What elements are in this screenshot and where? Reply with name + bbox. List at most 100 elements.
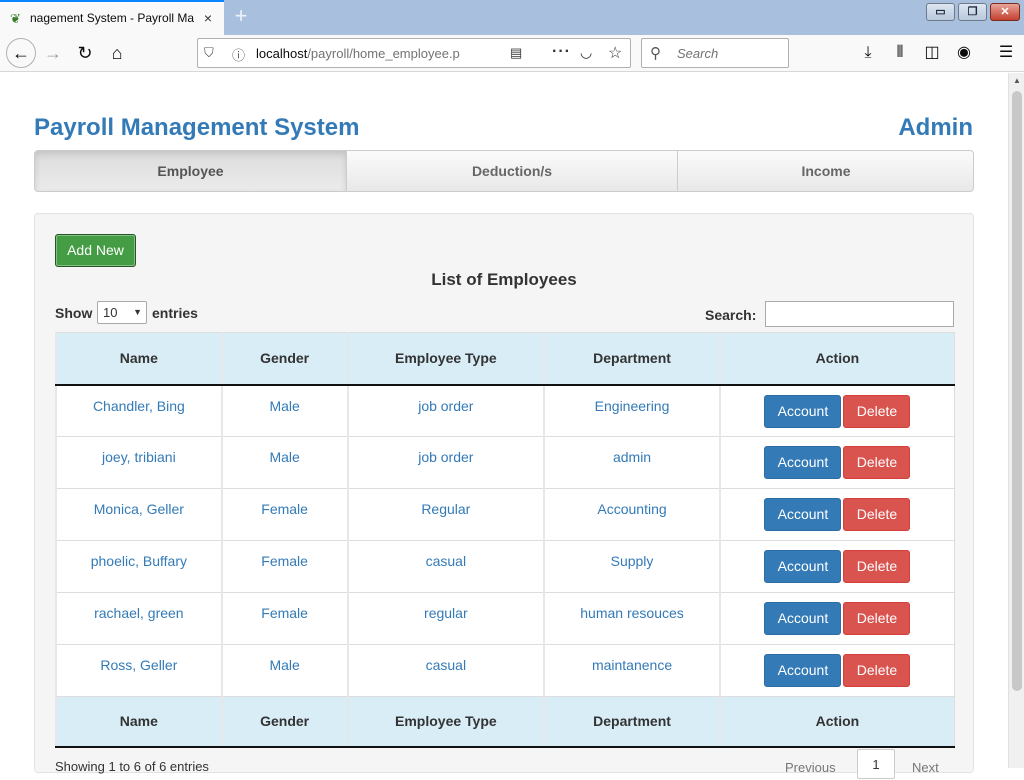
close-window-button[interactable]: ✕ bbox=[990, 3, 1020, 21]
tab-income[interactable]: Income bbox=[678, 151, 973, 191]
dropdown-arrow-icon: ▼ bbox=[133, 307, 142, 317]
footer-header-gender: Gender bbox=[220, 696, 349, 748]
bookmark-star-icon[interactable]: ☆ bbox=[608, 43, 622, 63]
browser-tab[interactable]: ❦ nagement System - Payroll Ma × bbox=[0, 0, 224, 35]
maximize-window-button[interactable]: ❐ bbox=[958, 3, 987, 21]
delete-button[interactable]: Delete bbox=[843, 654, 911, 687]
library-icon[interactable]: ⫴ bbox=[888, 42, 912, 64]
account-icon[interactable]: ◉ bbox=[952, 42, 976, 64]
add-new-button[interactable]: Add New bbox=[55, 234, 136, 267]
employee-name[interactable]: rachael, green bbox=[55, 592, 223, 645]
table-header-row: Name Gender Employee Type Department Act… bbox=[55, 332, 955, 386]
account-button[interactable]: Account bbox=[764, 394, 842, 428]
employee-name[interactable]: Monica, Geller bbox=[55, 488, 223, 541]
scrollbar-thumb[interactable] bbox=[1012, 91, 1022, 691]
column-header-gender[interactable]: Gender bbox=[220, 332, 349, 386]
delete-button[interactable]: Delete bbox=[843, 602, 911, 635]
tab-title: nagement System - Payroll Ma bbox=[30, 11, 194, 25]
employee-name[interactable]: joey, tribiani bbox=[55, 436, 223, 489]
show-label: Show bbox=[55, 305, 93, 321]
page-title: Payroll Management System bbox=[34, 114, 360, 141]
pocket-icon[interactable]: ◡ bbox=[580, 44, 592, 61]
row-actions: Account Delete bbox=[718, 436, 955, 489]
more-actions-icon[interactable]: ··· bbox=[552, 43, 571, 61]
new-tab-icon[interactable]: + bbox=[230, 5, 252, 29]
url-text[interactable]: localhost/payroll/home_employee.p bbox=[256, 46, 474, 62]
employee-gender: Female bbox=[220, 540, 349, 593]
minimize-window-button[interactable]: ▭ bbox=[926, 3, 955, 21]
table-row: Monica, Geller Female Regular Accounting… bbox=[55, 488, 955, 541]
footer-header-action: Action bbox=[718, 696, 955, 748]
reload-icon[interactable]: ↻ bbox=[73, 42, 97, 64]
delete-button[interactable]: Delete bbox=[843, 498, 911, 531]
delete-button[interactable]: Delete bbox=[843, 550, 911, 583]
employee-type: casual bbox=[346, 540, 545, 593]
account-button[interactable]: Account bbox=[764, 550, 842, 583]
account-button[interactable]: Account bbox=[764, 498, 842, 531]
row-actions: Account Delete bbox=[718, 488, 955, 541]
table-footer-row: Name Gender Employee Type Department Act… bbox=[55, 696, 955, 748]
close-icon: ✕ bbox=[1000, 6, 1010, 18]
shield-icon[interactable]: ⛉ bbox=[204, 45, 214, 61]
tab-employee[interactable]: Employee bbox=[35, 151, 347, 191]
browser-titlebar: ❦ nagement System - Payroll Ma × + ▭ ❐ ✕ bbox=[0, 0, 1024, 35]
employee-name[interactable]: phoelic, Buffary bbox=[55, 540, 223, 593]
home-icon[interactable]: ⌂ bbox=[105, 42, 129, 64]
employee-type: job order bbox=[346, 436, 545, 489]
entries-per-page-value: 10 bbox=[103, 305, 118, 320]
table-row: rachael, green Female regular human reso… bbox=[55, 592, 955, 645]
column-header-name[interactable]: Name bbox=[55, 332, 223, 386]
row-actions: Account Delete bbox=[718, 592, 955, 645]
leaf-favicon-icon: ❦ bbox=[10, 11, 21, 26]
account-button[interactable]: Account bbox=[764, 654, 842, 687]
footer-header-department: Department bbox=[543, 696, 721, 748]
employee-name[interactable]: Chandler, Bing bbox=[55, 384, 223, 437]
footer-header-employee-type: Employee Type bbox=[346, 696, 545, 748]
sidebar-icon[interactable]: ◫ bbox=[920, 42, 944, 64]
browser-search-box[interactable]: ⚲ Search bbox=[641, 38, 789, 68]
table-info: Showing 1 to 6 of 6 entries bbox=[55, 759, 209, 774]
employee-department: admin bbox=[543, 436, 721, 489]
scroll-up-icon[interactable]: ▲ bbox=[1013, 76, 1021, 85]
search-icon: ⚲ bbox=[650, 45, 661, 62]
user-role-label: Admin bbox=[898, 114, 973, 141]
info-icon[interactable]: ⓘ bbox=[232, 45, 245, 64]
tab-deductions[interactable]: Deduction/s bbox=[347, 151, 678, 191]
employee-panel: Add New List of Employees Show 10 ▼ entr… bbox=[34, 213, 974, 779]
row-actions: Account Delete bbox=[718, 644, 955, 697]
row-actions: Account Delete bbox=[718, 540, 955, 593]
account-button[interactable]: Account bbox=[764, 446, 842, 479]
account-button[interactable]: Account bbox=[764, 602, 842, 635]
employee-gender: Male bbox=[220, 644, 349, 697]
employee-table: Name Gender Employee Type Department Act… bbox=[55, 332, 955, 748]
footer-header-name: Name bbox=[55, 696, 223, 748]
url-bar[interactable]: ⛉ ⓘ localhost/payroll/home_employee.p ▤ … bbox=[197, 38, 631, 68]
entries-per-page-select[interactable]: 10 ▼ bbox=[97, 301, 147, 324]
delete-button[interactable]: Delete bbox=[843, 394, 911, 428]
employee-department: Accounting bbox=[543, 488, 721, 541]
reader-view-icon[interactable]: ▤ bbox=[510, 45, 522, 61]
back-arrow-icon[interactable]: ← bbox=[6, 38, 36, 68]
close-tab-icon[interactable]: × bbox=[200, 10, 216, 26]
menu-icon[interactable]: ☰ bbox=[994, 42, 1018, 64]
pagination-page-1[interactable]: 1 bbox=[857, 749, 895, 779]
column-header-department[interactable]: Department bbox=[543, 332, 721, 386]
employee-department: human resouces bbox=[543, 592, 721, 645]
url-host: localhost bbox=[256, 46, 308, 61]
page-scrollbar[interactable]: ▲ bbox=[1008, 73, 1024, 768]
delete-button[interactable]: Delete bbox=[843, 446, 911, 479]
employee-name[interactable]: Ross, Geller bbox=[55, 644, 223, 697]
employee-department: Engineering bbox=[543, 384, 721, 437]
employee-department: Supply bbox=[543, 540, 721, 593]
employee-gender: Male bbox=[220, 384, 349, 437]
browser-toolbar: ← → ↻ ⌂ ⛉ ⓘ localhost/payroll/home_emplo… bbox=[0, 35, 1024, 72]
employee-type: casual bbox=[346, 644, 545, 697]
forward-arrow-icon[interactable]: → bbox=[41, 42, 65, 64]
table-search-label: Search: bbox=[705, 307, 757, 323]
column-header-employee-type[interactable]: Employee Type bbox=[346, 332, 545, 386]
download-icon[interactable]: ⤓ bbox=[856, 42, 880, 64]
employee-type: regular bbox=[346, 592, 545, 645]
employee-type: Regular bbox=[346, 488, 545, 541]
main-nav-tabs: Employee Deduction/s Income bbox=[34, 150, 974, 192]
table-search-input[interactable] bbox=[765, 301, 954, 327]
